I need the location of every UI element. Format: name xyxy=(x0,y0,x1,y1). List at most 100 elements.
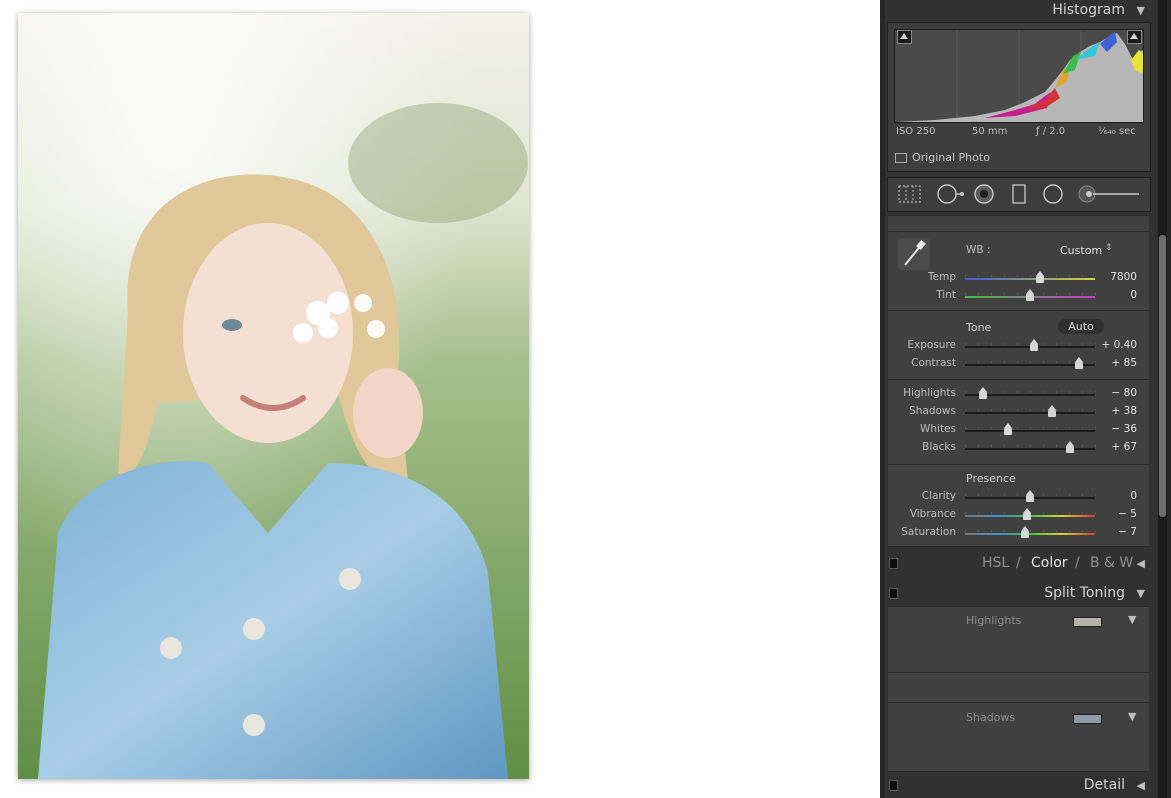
vibrance-value[interactable]: − 5 xyxy=(1118,508,1137,520)
slider-tick xyxy=(1082,530,1083,532)
split-toning-title: Split Toning xyxy=(1044,585,1125,601)
tab-separator: / xyxy=(1075,555,1080,571)
panel-scroll-thumb[interactable] xyxy=(1159,235,1166,517)
whites-value[interactable]: − 36 xyxy=(1112,423,1138,435)
histogram-header[interactable]: Histogram ▼ xyxy=(885,0,1151,22)
red-eye-icon[interactable] xyxy=(971,183,997,205)
slider-tick xyxy=(1030,427,1031,429)
slider-tick xyxy=(1082,391,1083,393)
slider-tick xyxy=(1082,512,1083,514)
portrait-image xyxy=(18,13,529,779)
slider-tick xyxy=(1043,445,1044,447)
blacks-value[interactable]: + 67 xyxy=(1112,441,1138,453)
photo-preview[interactable] xyxy=(18,13,529,779)
contrast-value[interactable]: + 85 xyxy=(1112,357,1138,369)
blacks-slider-track[interactable] xyxy=(965,445,1096,450)
presence-label: Presence xyxy=(966,472,1016,485)
white-balance-selector-icon[interactable] xyxy=(897,237,931,271)
dropdown-arrows-icon[interactable]: ⇕ xyxy=(1105,243,1113,253)
whites-slider-track[interactable] xyxy=(965,427,1096,432)
clarity-value[interactable]: 0 xyxy=(1130,490,1137,502)
hsl-tab[interactable]: HSL xyxy=(982,555,1009,571)
temp-slider-track[interactable] xyxy=(965,275,1096,280)
slider-tick xyxy=(1095,343,1096,345)
slider-tick xyxy=(1004,512,1005,514)
highlights-value[interactable]: − 80 xyxy=(1112,387,1138,399)
slider-tick xyxy=(1095,512,1096,514)
histogram-chart xyxy=(895,30,1143,122)
slider-tick xyxy=(1030,445,1031,447)
slider-tick xyxy=(1043,427,1044,429)
panel-toggle-switch[interactable] xyxy=(889,780,898,791)
histogram-graph[interactable] xyxy=(894,29,1144,123)
slider-tick xyxy=(978,409,979,411)
slider-tick xyxy=(1004,361,1005,363)
detail-title: Detail xyxy=(1083,777,1125,793)
slider-tick xyxy=(978,530,979,532)
highlights-color-swatch[interactable] xyxy=(1073,617,1102,627)
highlights-label: Highlights xyxy=(903,387,956,399)
slider-tick xyxy=(1004,494,1005,496)
collapse-triangle-icon[interactable]: ▼ xyxy=(1137,587,1145,600)
slider-tick xyxy=(965,427,966,429)
split-toning-panel xyxy=(888,606,1149,772)
slider-tick xyxy=(1056,409,1057,411)
auto-tone-button[interactable]: Auto xyxy=(1058,319,1104,334)
spot-removal-icon[interactable] xyxy=(934,183,964,205)
slider-tick xyxy=(1095,391,1096,393)
color-tab[interactable]: Color xyxy=(1031,555,1068,571)
shadows-slider-track[interactable] xyxy=(965,409,1096,414)
slider-tick xyxy=(1017,427,1018,429)
collapse-triangle-icon[interactable]: ▼ xyxy=(1137,4,1145,17)
shadows-picker-triangle-icon[interactable]: ▼ xyxy=(1128,710,1136,723)
tint-value[interactable]: 0 xyxy=(1130,289,1137,301)
temp-value[interactable]: 7800 xyxy=(1110,271,1137,283)
slider-tick xyxy=(965,494,966,496)
slider-tick xyxy=(1017,512,1018,514)
original-photo-checkbox[interactable] xyxy=(895,153,907,163)
slider-tick xyxy=(991,293,992,295)
slider-tick xyxy=(978,427,979,429)
slider-tick xyxy=(1017,530,1018,532)
split-toning-header[interactable]: Split Toning ▼ xyxy=(885,582,1151,606)
shadows-color-swatch[interactable] xyxy=(1073,714,1102,724)
slider-tick xyxy=(978,445,979,447)
slider-tick xyxy=(1056,275,1057,277)
highlight-clipping-button[interactable] xyxy=(1127,30,1142,44)
panel-toggle-switch[interactable] xyxy=(889,558,898,569)
highlights-picker-triangle-icon[interactable]: ▼ xyxy=(1128,613,1136,626)
shadows-value[interactable]: + 38 xyxy=(1112,405,1138,417)
expand-triangle-icon[interactable]: ◀ xyxy=(1137,557,1145,570)
exposure-value[interactable]: + 0.40 xyxy=(1101,339,1137,351)
wb-dropdown[interactable]: Custom xyxy=(1060,244,1102,257)
slider-tick xyxy=(1069,409,1070,411)
slider-tick xyxy=(1095,530,1096,532)
bw-tab[interactable]: B & W xyxy=(1090,555,1133,571)
detail-header[interactable]: Detail ◀ xyxy=(885,774,1151,798)
slider-tick xyxy=(965,391,966,393)
slider-tick xyxy=(978,512,979,514)
hsl-header[interactable]: HSL / Color / B & W ◀ xyxy=(885,552,1151,576)
graduated-filter-icon[interactable] xyxy=(1008,183,1030,205)
expand-triangle-icon[interactable]: ◀ xyxy=(1137,779,1145,792)
slider-tick xyxy=(1095,409,1096,411)
slider-tick xyxy=(1069,343,1070,345)
blacks-label: Blacks xyxy=(922,441,956,453)
slider-tick xyxy=(978,293,979,295)
slider-tick xyxy=(1030,391,1031,393)
slider-tick xyxy=(1043,391,1044,393)
tint-label: Tint xyxy=(936,289,956,301)
slider-tick xyxy=(1043,361,1044,363)
saturation-slider-track[interactable] xyxy=(965,530,1096,535)
slider-tick xyxy=(1043,293,1044,295)
radial-filter-icon[interactable] xyxy=(1041,183,1065,205)
crop-overlay-icon[interactable] xyxy=(897,183,923,205)
adjustment-brush-icon[interactable] xyxy=(1077,183,1141,205)
slider-tick xyxy=(1043,343,1044,345)
shadow-clipping-button[interactable] xyxy=(897,30,912,44)
saturation-label: Saturation xyxy=(901,526,956,538)
panel-toggle-switch[interactable] xyxy=(889,588,898,599)
focal-length-value: 50 mm xyxy=(972,126,1008,137)
slider-tick xyxy=(1069,361,1070,363)
saturation-value[interactable]: − 7 xyxy=(1118,526,1137,538)
